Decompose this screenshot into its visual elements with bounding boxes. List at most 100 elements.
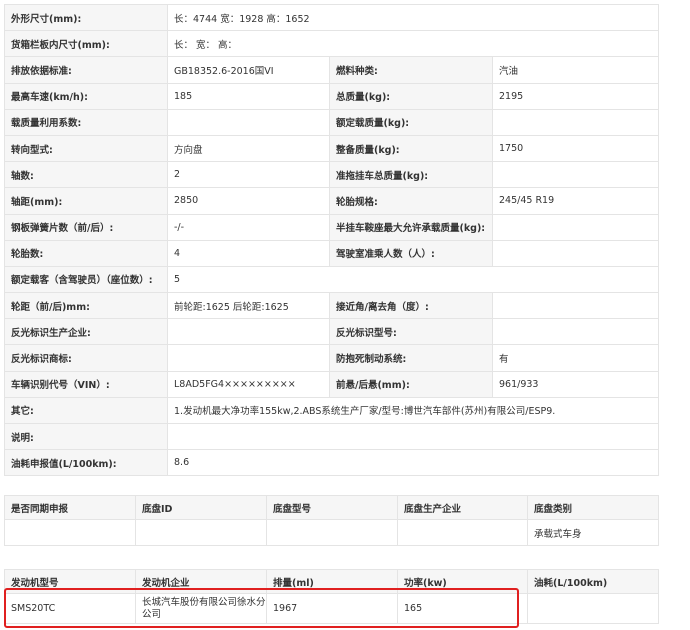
spec-row: 说明: [4,422,660,451]
spec-row: 其它: 1.发动机最大净功率155kw,2.ABS系统生产厂家/型号:博世汽车部… [4,396,660,425]
overall-size-label: 外形尺寸(mm): [4,3,168,32]
overall-size-value: 长：4744 宽：1928 高：1652 [166,3,660,32]
spec-row: 排放依据标准: GB18352.6-2016国VI 燃料种类: 汽油 [4,56,660,84]
vin-label: 车辆识别代号（VIN）: [4,370,168,398]
chassis-cell: 承载式车身 [527,519,659,546]
leaf-spring-label: 钢板弹簧片数（前/后）: [4,213,168,241]
emission-value: GB18352.6-2016国VI [167,56,330,84]
engine-header: 排量(ml) [266,569,398,594]
trailer-mass-value [491,161,660,189]
cargo-box-label: 货箱栏板内尺寸(mm): [4,30,168,58]
chassis-header: 底盘生产企业 [397,495,528,520]
axles-value: 2 [167,161,330,189]
total-mass-value: 2195 [491,82,660,110]
tires-value: 4 [167,239,330,267]
cargo-box-value: 长： 宽： 高： [166,30,660,58]
note-label: 说明: [4,422,168,451]
chassis-header-row: 是否同期申报 底盘ID 底盘型号 底盘生产企业 底盘类别 [4,495,659,520]
spec-row: 额定载客（含驾驶员）（座位数）: 5 [4,265,660,294]
approach-angle-value [491,292,660,320]
engine-data-row: SMS20TC 长城汽车股份有限公司徐水分公司 1967 165 [4,593,659,624]
spec-row: 载质量利用系数: 额定载质量(kg): [4,108,660,136]
fuel-consumption-label: 油耗申报值(L/100km): [4,449,168,477]
fuel-consumption-value: 8.6 [166,449,660,477]
reflector-maker-label: 反光标识生产企业: [4,318,168,346]
engine-fuel-cons-cell [527,593,659,624]
spec-row: 轴距(mm): 2850 轮胎规格: 245/45 R19 [4,187,660,215]
other-label: 其它: [4,396,168,425]
leaf-spring-value: -/- [167,213,330,241]
curb-mass-label: 整备质量(kg): [329,134,493,163]
engine-header-row: 发动机型号 发动机企业 排量(ml) 功率(kw) 油耗(L/100km) [4,569,659,594]
chassis-table: 是否同期申报 底盘ID 底盘型号 底盘生产企业 底盘类别 承载式车身 [4,495,659,546]
spec-row: 钢板弹簧片数（前/后）: -/- 半挂车鞍座最大允许承载质量(kg): [4,213,660,241]
track-label: 轮距（前/后)mm: [4,292,168,320]
overhang-label: 前悬/后悬(mm): [329,370,493,398]
spec-row: 外形尺寸(mm): 长：4744 宽：1928 高：1652 [4,3,660,32]
spec-row: 反光标识商标: 防抱死制动系统: 有 [4,344,660,372]
tire-spec-label: 轮胎规格: [329,187,493,215]
engine-power-cell: 165 [397,593,528,624]
chassis-cell [266,519,398,546]
load-util-value [167,108,330,136]
engine-header: 发动机企业 [135,569,267,594]
chassis-header: 底盘类别 [527,495,659,520]
chassis-data-row: 承载式车身 [4,519,659,546]
seats-label: 额定载客（含驾驶员）（座位数）: [4,265,168,294]
reflector-brand-label: 反光标识商标: [4,344,168,372]
engine-maker-cell: 长城汽车股份有限公司徐水分公司 [135,593,267,624]
max-speed-label: 最高车速(km/h): [4,82,168,110]
spec-row: 油耗申报值(L/100km): 8.6 [4,449,660,477]
saddle-load-label: 半挂车鞍座最大允许承载质量(kg): [329,213,493,241]
chassis-cell [4,519,136,546]
engine-header: 发动机型号 [4,569,136,594]
saddle-load-value [491,213,660,241]
total-mass-label: 总质量(kg): [329,82,493,110]
chassis-header: 底盘ID [135,495,267,520]
engine-header: 油耗(L/100km) [527,569,659,594]
reflector-brand-value [167,344,330,372]
fuel-value: 汽油 [491,56,660,84]
fuel-label: 燃料种类: [329,56,493,84]
reflector-model-label: 反光标识型号: [329,318,493,346]
engine-displacement-cell: 1967 [266,593,398,624]
spec-row: 轮胎数: 4 驾驶室准乘人数（人）: [4,239,660,267]
chassis-header: 底盘型号 [266,495,398,520]
spec-row: 货箱栏板内尺寸(mm): 长： 宽： 高： [4,30,660,58]
other-value: 1.发动机最大净功率155kw,2.ABS系统生产厂家/型号:博世汽车部件(苏州… [166,396,660,425]
spec-row: 轴数: 2 准拖挂车总质量(kg): [4,161,660,189]
spec-table: 外形尺寸(mm): 长：4744 宽：1928 高：1652 货箱栏板内尺寸(m… [4,3,660,477]
chassis-cell [397,519,528,546]
vin-value: L8AD5FG4××××××××× [167,370,330,398]
spec-row: 车辆识别代号（VIN）: L8AD5FG4××××××××× 前悬/后悬(mm)… [4,370,660,398]
seats-value: 5 [166,265,660,294]
spec-row: 轮距（前/后)mm: 前轮距:1625 后轮距:1625 接近角/离去角（度）: [4,292,660,320]
load-util-label: 载质量利用系数: [4,108,168,136]
cab-passengers-label: 驾驶室准乘人数（人）: [329,239,493,267]
tires-label: 轮胎数: [4,239,168,267]
emission-label: 排放依据标准: [4,56,168,84]
abs-label: 防抱死制动系统: [329,344,493,372]
track-value: 前轮距:1625 后轮距:1625 [167,292,330,320]
steering-label: 转向型式: [4,134,168,163]
curb-mass-value: 1750 [491,134,660,163]
axles-label: 轴数: [4,161,168,189]
note-value [166,422,660,451]
engine-table: 发动机型号 发动机企业 排量(ml) 功率(kw) 油耗(L/100km) SM… [4,569,659,624]
trailer-mass-label: 准拖挂车总质量(kg): [329,161,493,189]
abs-value: 有 [491,344,660,372]
tire-spec-value: 245/45 R19 [491,187,660,215]
cab-passengers-value [491,239,660,267]
spec-row: 最高车速(km/h): 185 总质量(kg): 2195 [4,82,660,110]
spec-row: 反光标识生产企业: 反光标识型号: [4,318,660,346]
wheelbase-label: 轴距(mm): [4,187,168,215]
reflector-model-value [491,318,660,346]
chassis-cell [135,519,267,546]
spec-row: 转向型式: 方向盘 整备质量(kg): 1750 [4,134,660,163]
max-speed-value: 185 [167,82,330,110]
reflector-maker-value [167,318,330,346]
overhang-value: 961/933 [491,370,660,398]
chassis-header: 是否同期申报 [4,495,136,520]
rated-load-value [491,108,660,136]
rated-load-label: 额定载质量(kg): [329,108,493,136]
